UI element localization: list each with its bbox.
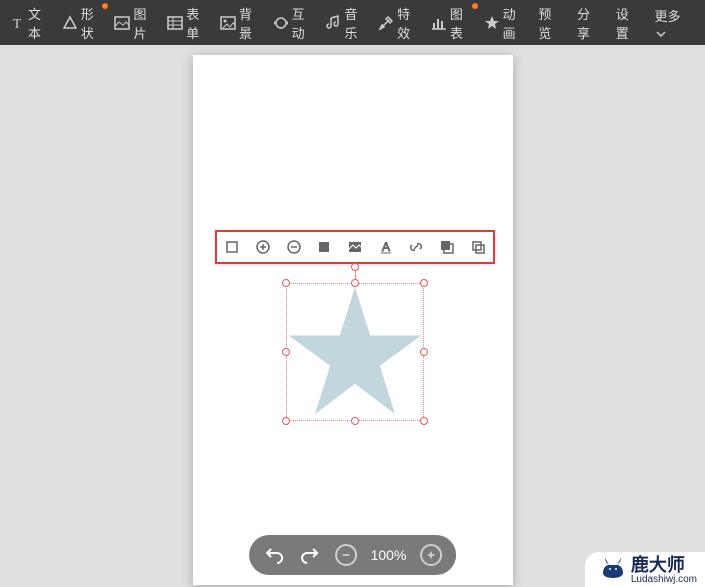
preview-button[interactable]: 预览: [533, 1, 568, 45]
zoom-in-button[interactable]: [253, 237, 273, 257]
settings-button[interactable]: 设置: [611, 1, 646, 45]
share-button[interactable]: 分享: [572, 1, 607, 45]
tool-effects[interactable]: 特效: [375, 1, 424, 45]
watermark-title: 鹿大师: [631, 556, 685, 574]
svg-text:A: A: [382, 240, 390, 254]
undo-button[interactable]: [263, 544, 285, 566]
resize-handle-nw[interactable]: [282, 279, 290, 287]
selected-shape[interactable]: [286, 283, 424, 421]
resize-handle-n[interactable]: [351, 279, 359, 287]
resize-handle-sw[interactable]: [282, 417, 290, 425]
tool-bg-label: 背景: [239, 4, 263, 42]
tool-text[interactable]: T 文本: [6, 1, 55, 45]
tool-image-label: 图片: [133, 4, 157, 42]
form-icon: [167, 15, 183, 31]
anim-icon: [484, 15, 500, 31]
link-button[interactable]: [406, 237, 426, 257]
tool-fx-label: 特效: [397, 4, 421, 42]
resize-handle-se[interactable]: [420, 417, 428, 425]
image-button[interactable]: [345, 237, 365, 257]
tool-shape-label: 形状: [81, 4, 105, 42]
tool-animation[interactable]: 动画: [481, 1, 530, 45]
fill-button[interactable]: [314, 237, 334, 257]
svg-text:T: T: [13, 17, 22, 31]
text-style-button[interactable]: A: [376, 237, 396, 257]
image-icon: [114, 15, 130, 31]
zoom-in-button[interactable]: [420, 544, 442, 566]
inter-icon: [273, 15, 289, 31]
tool-music-label: 音乐: [344, 4, 368, 42]
more-button[interactable]: 更多: [649, 3, 699, 43]
star-shape[interactable]: [286, 283, 424, 421]
top-toolbar: T 文本 形状 图片 表单 背景 互动 音乐: [0, 0, 705, 45]
tool-anim-label: 动画: [503, 4, 527, 42]
resize-handle-w[interactable]: [282, 348, 290, 356]
zoom-out-button[interactable]: [335, 544, 357, 566]
notification-dot: [102, 3, 108, 9]
copy-button[interactable]: [468, 237, 488, 257]
zoom-level: 100%: [371, 547, 407, 563]
zoom-toolbar: 100%: [249, 535, 457, 575]
tool-chart[interactable]: 图表: [428, 1, 477, 45]
music-icon: [325, 15, 341, 31]
resize-handle-ne[interactable]: [420, 279, 428, 287]
bg-icon: [220, 15, 236, 31]
tool-text-label: 文本: [28, 4, 52, 42]
tool-image[interactable]: 图片: [111, 1, 160, 45]
tool-shape[interactable]: 形状: [59, 1, 108, 45]
chart-icon: [431, 15, 447, 31]
zoom-out-button[interactable]: [284, 237, 304, 257]
fx-icon: [378, 15, 394, 31]
deer-icon: [599, 556, 627, 585]
tool-form[interactable]: 表单: [164, 1, 213, 45]
chevron-down-icon: [656, 25, 666, 40]
tool-chart-label: 图表: [450, 4, 474, 42]
resize-handle-e[interactable]: [420, 348, 428, 356]
tool-inter-label: 互动: [292, 4, 316, 42]
watermark-url: Ludashiwj.com: [631, 574, 697, 585]
shape-icon: [62, 15, 78, 31]
redo-button[interactable]: [299, 544, 321, 566]
context-toolbar: A: [215, 230, 495, 264]
tool-background[interactable]: 背景: [217, 1, 266, 45]
watermark: 鹿大师 Ludashiwj.com: [585, 552, 705, 587]
tool-interaction[interactable]: 互动: [270, 1, 319, 45]
layer-button[interactable]: [437, 237, 457, 257]
crop-button[interactable]: [222, 237, 242, 257]
tool-form-label: 表单: [186, 4, 210, 42]
notification-dot: [472, 3, 478, 9]
text-icon: T: [9, 15, 25, 31]
resize-handle-s[interactable]: [351, 417, 359, 425]
rotation-handle[interactable]: [351, 263, 359, 271]
canvas-area: A: [0, 45, 705, 587]
tool-music[interactable]: 音乐: [322, 1, 371, 45]
